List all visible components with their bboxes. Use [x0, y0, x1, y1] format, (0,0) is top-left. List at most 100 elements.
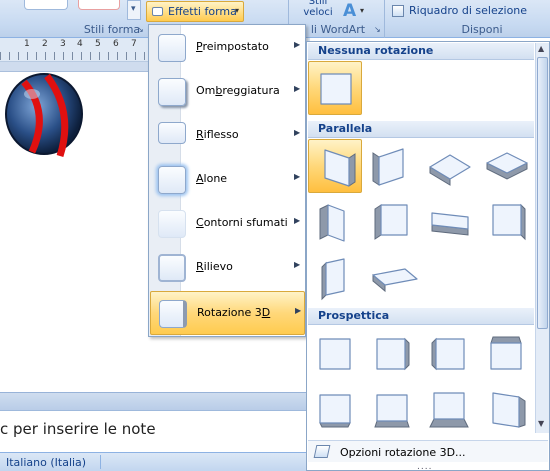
preset-none[interactable] — [308, 61, 362, 115]
preset-perspective-3[interactable] — [422, 327, 476, 381]
extrusion-side — [374, 204, 382, 240]
menu-item-label: Alone — [196, 172, 228, 185]
menu-item-label: Contorni sfumati — [196, 216, 288, 229]
preset-perspective-8[interactable] — [479, 383, 533, 437]
preset-face — [492, 204, 522, 236]
submenu-arrow-icon: ▶ — [294, 172, 301, 181]
shape-style-preview-2[interactable] — [78, 0, 120, 10]
preset-perspective-6[interactable] — [365, 383, 419, 437]
gallery-scrollbar[interactable]: ▲ ▼ — [535, 43, 549, 433]
preset-parallel-4-icon — [486, 152, 528, 180]
submenu-arrow-icon: ▶ — [294, 216, 301, 225]
menu-item-soft-edges[interactable]: Contorni sfumati ▶ — [150, 202, 305, 246]
menu-item-label: Preimpostato — [196, 40, 269, 53]
text-effects-icon[interactable]: A — [343, 1, 356, 21]
preset-parallel-8[interactable] — [479, 195, 533, 249]
ruler-number: 6 — [113, 39, 119, 49]
glow-thumbnail-icon — [158, 166, 186, 194]
menu-item-3d-rotation[interactable]: Rotazione 3D ▶ — [150, 291, 305, 335]
group-label-wordart: li WordArt — [310, 23, 366, 36]
shape-effects-button[interactable]: Effetti forma ▾ — [146, 1, 244, 22]
ruler-number: 7 — [131, 39, 137, 49]
wordart-dialog-launcher-icon[interactable]: ↘ — [374, 25, 381, 34]
selection-pane-label: Riquadro di selezione — [409, 4, 528, 17]
quick-styles-button[interactable]: Stili veloci — [300, 0, 338, 22]
menu-item-reflection[interactable]: Riflesso ▶ — [150, 114, 305, 158]
ruler-number: 1 — [24, 39, 30, 49]
extrusion-side — [374, 420, 410, 428]
section-header-perspective: Prospettica — [308, 308, 534, 325]
status-divider — [100, 455, 101, 469]
preset-parallel-3[interactable] — [422, 139, 476, 193]
scroll-thumb[interactable] — [537, 57, 548, 329]
extrusion-side — [319, 204, 329, 240]
preset-parallel-2[interactable] — [365, 139, 419, 193]
reflection-thumbnail-icon — [158, 122, 186, 144]
rotation-options-item[interactable]: Opzioni rotazione 3D... — [308, 440, 548, 462]
preset-perspective-6-icon — [374, 394, 410, 428]
style-gallery-more-button[interactable]: ▾ — [127, 0, 141, 20]
preset-parallel-7-icon — [431, 212, 469, 236]
preset-parallel-3-icon — [429, 154, 471, 186]
preset-face — [319, 394, 351, 424]
preset-thumbnail-icon — [158, 34, 186, 62]
preset-perspective-1-icon — [319, 338, 351, 370]
menu-item-label: Riflesso — [196, 128, 239, 141]
preset-perspective-4-icon — [490, 336, 522, 370]
preset-face — [435, 338, 465, 370]
cylinder-shape[interactable] — [2, 72, 92, 162]
ruler-number: 4 — [77, 39, 83, 49]
preset-perspective-3-icon — [431, 337, 465, 371]
preset-parallel-7[interactable] — [422, 195, 476, 249]
section-header-parallel: Parallela — [308, 121, 534, 138]
preset-perspective-4[interactable] — [479, 327, 533, 381]
menu-item-glow[interactable]: Alone ▶ — [150, 158, 305, 202]
submenu-arrow-icon: ▶ — [294, 40, 301, 49]
extrusion-side — [404, 337, 410, 371]
preset-perspective-7[interactable] — [422, 383, 476, 437]
shape-style-preview-1[interactable] — [24, 0, 68, 10]
shape-styles-dialog-launcher-icon[interactable]: ↘ — [137, 25, 144, 34]
preset-parallel-10-icon — [372, 268, 418, 293]
group-label-shape-styles: Stili forma — [83, 23, 141, 36]
preset-face — [376, 394, 408, 422]
group-separator — [384, 0, 385, 38]
preset-perspective-5[interactable] — [308, 383, 362, 437]
preset-parallel-9[interactable] — [308, 251, 362, 305]
3d-rotation-thumbnail-icon — [159, 300, 187, 328]
preset-perspective-5-icon — [319, 394, 351, 428]
resize-grip[interactable]: .... — [417, 462, 432, 471]
menu-item-preset[interactable]: Preimpostato ▶ — [150, 26, 305, 70]
extrusion-side — [372, 152, 380, 186]
menu-item-bevel[interactable]: Rilievo ▶ — [150, 246, 305, 290]
notes-pane[interactable]: c per inserire le note — [0, 410, 310, 452]
preset-face — [433, 392, 465, 420]
submenu-arrow-icon: ▶ — [294, 84, 301, 93]
preset-perspective-1[interactable] — [308, 327, 362, 381]
ruler-number: 2 — [42, 39, 48, 49]
menu-item-label: Rotazione 3D — [197, 306, 271, 319]
selection-pane-button[interactable]: Riquadro di selezione — [390, 3, 530, 21]
scroll-down-arrow-icon[interactable]: ▼ — [538, 419, 544, 428]
preset-parallel-10[interactable] — [365, 251, 419, 305]
language-status[interactable]: Italiano (Italia) — [6, 456, 86, 469]
text-effects-arrow-icon[interactable]: ▾ — [360, 6, 364, 15]
preset-face — [325, 258, 345, 296]
group-label-arrange: Disponi — [461, 23, 503, 36]
preset-parallel-5[interactable] — [308, 195, 362, 249]
preset-perspective-2[interactable] — [365, 327, 419, 381]
preset-parallel-1-icon — [324, 149, 356, 187]
preset-parallel-6[interactable] — [365, 195, 419, 249]
shape-effects-menu: Preimpostato ▶ Ombreggiatura ▶ Riflesso … — [148, 24, 306, 337]
preset-parallel-9-icon — [321, 258, 345, 301]
dropdown-arrow-icon: ▾ — [235, 6, 240, 15]
scroll-up-arrow-icon[interactable]: ▲ — [538, 44, 544, 53]
extrusion-side — [431, 337, 437, 371]
menu-item-shadow[interactable]: Ombreggiatura ▶ — [150, 70, 305, 114]
preset-parallel-4[interactable] — [479, 139, 533, 193]
preset-parallel-1[interactable] — [308, 139, 362, 193]
bevel-thumbnail-icon — [158, 254, 186, 282]
selection-pane-icon — [392, 5, 404, 17]
quick-styles-label: Stili veloci — [303, 0, 333, 18]
preset-face — [319, 338, 351, 370]
